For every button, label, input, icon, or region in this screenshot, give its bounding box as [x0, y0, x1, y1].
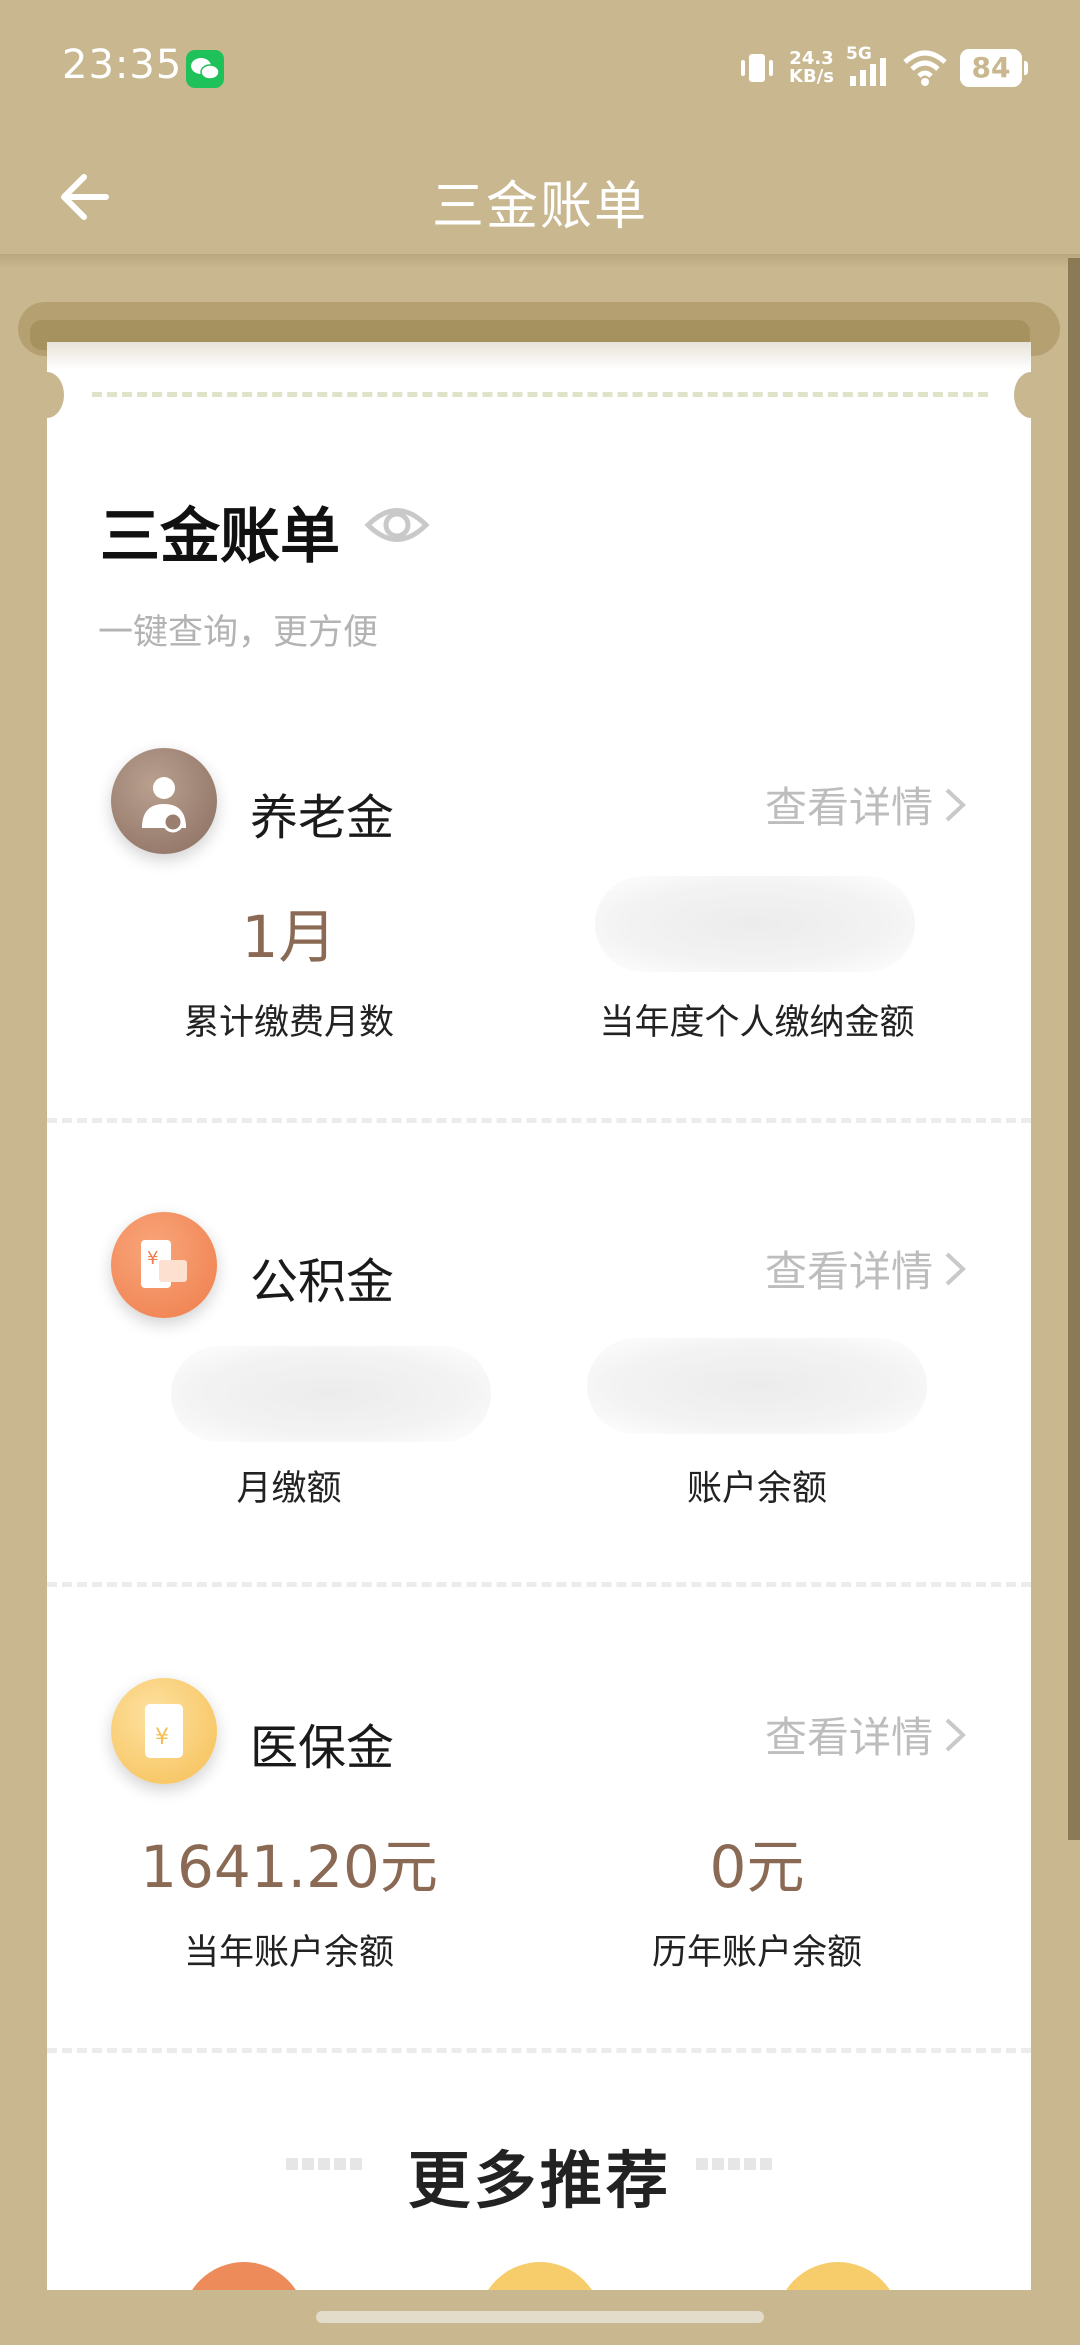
medical-insurance-detail-link[interactable]: 查看详情 — [765, 1704, 969, 1765]
section-divider — [47, 2048, 1031, 2053]
chevron-right-icon — [945, 1718, 966, 1751]
housing-fund-title: 公积金 — [250, 1254, 395, 1310]
wechat-notification-icon — [186, 50, 224, 88]
housing-fund-balance-redacted — [587, 1338, 927, 1434]
ticket-notch-right — [1014, 372, 1048, 418]
battery-icon: 84 — [960, 49, 1028, 87]
status-bar: 23:35 24.3 KB/s 5G 84 — [0, 0, 1080, 140]
pension-months-value: 1月 — [241, 903, 337, 971]
medical-historical-balance-value: 0元 — [709, 1833, 805, 1901]
vibrate-icon — [741, 54, 774, 82]
housing-fund-section: ¥ 公积金 查看详情 月缴额 账户余额 — [47, 1204, 1031, 1664]
pension-detail-text: 查看详情 — [764, 783, 933, 832]
section-divider — [47, 1582, 1031, 1587]
housing-fund-detail-text: 查看详情 — [764, 1247, 933, 1296]
svg-text:¥: ¥ — [155, 1725, 169, 1750]
chevron-right-icon — [945, 1252, 966, 1285]
ticket-perforation — [92, 392, 988, 397]
pension-title: 养老金 — [250, 790, 395, 846]
chevron-right-icon — [945, 788, 966, 821]
status-indicators: 24.3 KB/s 5G 84 — [737, 44, 1028, 90]
signal-icon: 5G — [846, 44, 890, 88]
medical-historical-balance-label: 历年账户余额 — [651, 1933, 862, 1973]
page-title: 三金账单 — [431, 177, 648, 237]
status-time: 23:35 — [62, 42, 183, 88]
title-divider — [0, 254, 1080, 268]
section-divider — [47, 1118, 1031, 1123]
card-subtitle: 一键查询，更方便 — [98, 613, 379, 653]
wifi-icon — [903, 50, 947, 86]
housing-fund-balance-label: 账户余额 — [686, 1469, 827, 1509]
pension-icon — [111, 748, 217, 854]
scrollbar[interactable] — [1068, 258, 1080, 1840]
medical-current-balance-label: 当年账户余额 — [183, 1933, 394, 1973]
network-speed-unit: KB/s — [789, 66, 834, 87]
card-title: 三金账单 — [100, 502, 340, 572]
eye-visibility-icon[interactable] — [364, 498, 430, 556]
svg-text:¥: ¥ — [147, 1248, 158, 1269]
housing-fund-monthly-label: 月缴额 — [236, 1469, 342, 1509]
medical-current-balance-value: 1641.20元 — [140, 1833, 438, 1901]
network-speed: 24.3 KB/s — [789, 50, 834, 86]
housing-fund-icon: ¥ — [111, 1212, 217, 1318]
title-bar: 三金账单 — [0, 140, 1080, 255]
housing-fund-monthly-redacted — [171, 1346, 491, 1442]
medical-insurance-title: 医保金 — [250, 1720, 395, 1776]
medical-insurance-detail-text: 查看详情 — [764, 1713, 933, 1762]
pension-amount-label: 当年度个人缴纳金额 — [599, 1003, 915, 1043]
more-recommendations-title: 更多推荐 — [407, 2144, 672, 2217]
pension-amount-redacted — [595, 876, 915, 972]
more-title-decoration-right — [694, 2156, 774, 2186]
pension-section: 养老金 查看详情 1月 累计缴费月数 当年度个人缴纳金额 — [47, 740, 1031, 1200]
home-indicator[interactable] — [316, 2311, 764, 2323]
medical-insurance-section: ¥ 医保金 查看详情 1641.20元 0元 当年账户余额 历年账户余额 — [47, 1670, 1031, 2130]
ticket-notch-left — [30, 372, 64, 418]
card-shadow — [47, 342, 1031, 370]
pension-detail-link[interactable]: 查看详情 — [765, 774, 969, 835]
housing-fund-detail-link[interactable]: 查看详情 — [765, 1238, 969, 1299]
medical-insurance-icon: ¥ — [111, 1678, 217, 1784]
pension-months-label: 累计缴费月数 — [183, 1003, 394, 1043]
